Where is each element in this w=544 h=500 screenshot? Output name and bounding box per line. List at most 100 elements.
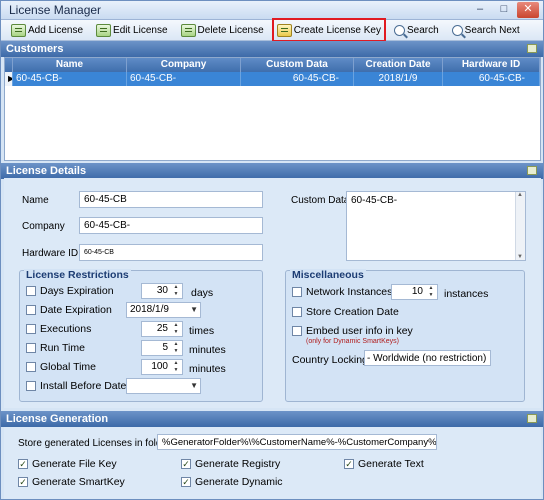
custom-data-scrollbar[interactable] bbox=[515, 192, 525, 260]
minimize-button[interactable]: – bbox=[469, 2, 491, 18]
generate-registry-checkbox[interactable]: ✓ Generate Registry bbox=[181, 458, 280, 470]
spinner-arrows-icon: ▲ ▼ bbox=[173, 341, 179, 354]
global-time-unit: minutes bbox=[189, 363, 226, 375]
embed-user-info-checkbox[interactable]: Embed user info in key bbox=[292, 325, 413, 337]
cell-hardware-id[interactable]: 60-45-CB- bbox=[443, 72, 540, 86]
customers-panel-icon[interactable] bbox=[527, 44, 537, 53]
global-time-value: 100 bbox=[151, 361, 168, 372]
license-details-header: License Details bbox=[1, 163, 543, 179]
generate-registry-label: Generate Registry bbox=[195, 458, 281, 470]
key-icon bbox=[276, 23, 292, 37]
date-expiration-value: 2018/1/9 bbox=[130, 304, 169, 315]
close-button[interactable]: ✕ bbox=[517, 2, 539, 18]
run-time-checkbox[interactable]: Run Time bbox=[26, 342, 85, 354]
cell-name[interactable]: 60-45-CB- bbox=[13, 72, 127, 86]
global-time-spinner[interactable]: 100 ▲ ▼ bbox=[141, 359, 183, 375]
column-creation-date[interactable]: Creation Date bbox=[354, 58, 443, 72]
toolbar: Add License Edit License Delete License … bbox=[1, 18, 543, 42]
generate-smartkey-label: Generate SmartKey bbox=[32, 476, 125, 488]
install-before-picker[interactable]: ▼ bbox=[126, 378, 201, 394]
network-instances-checkbox[interactable]: Network Instances bbox=[292, 286, 392, 298]
executions-value: 25 bbox=[156, 323, 168, 334]
date-expiration-checkbox[interactable]: Date Expiration bbox=[26, 304, 112, 316]
global-time-label: Global Time bbox=[40, 361, 97, 373]
run-time-unit: minutes bbox=[189, 344, 226, 356]
install-before-checkbox[interactable]: Install Before Date bbox=[26, 380, 126, 392]
name-label: Name bbox=[22, 195, 49, 206]
create-license-key-button[interactable]: Create License Key bbox=[271, 18, 386, 42]
column-name[interactable]: Name bbox=[13, 58, 127, 72]
executions-spinner[interactable]: 25 ▲ ▼ bbox=[141, 321, 183, 337]
days-expiration-checkbox[interactable]: Days Expiration bbox=[26, 285, 114, 297]
search-button[interactable]: Search bbox=[392, 21, 441, 39]
days-unit: days bbox=[191, 287, 214, 299]
run-time-value: 5 bbox=[162, 342, 168, 353]
spinner-arrows-icon: ▲ ▼ bbox=[173, 284, 179, 297]
column-company[interactable]: Company bbox=[127, 58, 241, 72]
date-expiration-label: Date Expiration bbox=[40, 304, 112, 316]
cell-custom-data[interactable]: 60-45-CB- bbox=[241, 72, 354, 86]
folder-field[interactable]: %GeneratorFolder%\%CustomerName%-%Custom… bbox=[157, 434, 437, 450]
miscellaneous-group: Miscellaneous Network Instances 10 ▲ ▼ in… bbox=[285, 269, 525, 402]
custom-data-label: Custom Data bbox=[291, 195, 350, 206]
add-license-button[interactable]: Add License bbox=[9, 21, 85, 39]
window-controls: – □ ✕ bbox=[469, 2, 539, 18]
spinner-arrows-icon: ▲ ▼ bbox=[173, 322, 179, 335]
search-next-button[interactable]: Search Next bbox=[450, 21, 522, 39]
delete-license-button[interactable]: Delete License bbox=[179, 21, 266, 39]
name-field[interactable]: 60-45-CB bbox=[79, 191, 263, 208]
license-generation-title: License Generation bbox=[6, 413, 109, 425]
customers-grid[interactable]: Name Company Custom Data Creation Date H… bbox=[4, 57, 541, 161]
global-time-checkbox[interactable]: Global Time bbox=[26, 361, 96, 373]
delete-license-icon bbox=[180, 23, 196, 37]
country-locking-field[interactable]: - Worldwide (no restriction) bbox=[364, 350, 491, 366]
generate-file-key-checkbox[interactable]: ✓ Generate File Key bbox=[18, 458, 117, 470]
folder-label: Store generated Licenses in folder: bbox=[18, 438, 174, 449]
generate-file-key-label: Generate File Key bbox=[32, 458, 117, 470]
generate-text-checkbox[interactable]: ✓ Generate Text bbox=[344, 458, 424, 470]
create-license-key-label: Create License Key bbox=[293, 24, 381, 36]
miscellaneous-title: Miscellaneous bbox=[290, 269, 366, 281]
hardware-id-label: Hardware ID bbox=[22, 248, 79, 259]
license-generation-panel: Store generated Licenses in folder: %Gen… bbox=[4, 427, 541, 499]
generate-smartkey-checkbox[interactable]: ✓ Generate SmartKey bbox=[18, 476, 125, 488]
search-next-label: Search Next bbox=[464, 24, 520, 36]
search-icon bbox=[393, 24, 405, 36]
country-locking-label: Country Locking bbox=[292, 354, 368, 366]
license-manager-window: License Manager – □ ✕ Add License Edit L… bbox=[0, 0, 544, 500]
network-instances-spinner[interactable]: 10 ▲ ▼ bbox=[391, 284, 438, 300]
customers-header: Customers bbox=[1, 41, 543, 57]
hardware-id-field[interactable]: 60-45-CB bbox=[79, 244, 263, 261]
edit-license-label: Edit License bbox=[113, 24, 168, 36]
store-creation-date-label: Store Creation Date bbox=[306, 306, 399, 318]
table-row[interactable]: ▶ 60-45-CB- 60-45-CB- 60-45-CB- 2018/1/9… bbox=[5, 72, 540, 86]
chevron-down-icon: ▼ bbox=[190, 381, 198, 390]
instances-unit: instances bbox=[444, 288, 489, 300]
executions-checkbox[interactable]: Executions bbox=[26, 323, 91, 335]
cell-company[interactable]: 60-45-CB- bbox=[127, 72, 241, 86]
store-creation-date-checkbox[interactable]: Store Creation Date bbox=[292, 306, 399, 318]
add-license-label: Add License bbox=[28, 24, 84, 36]
days-expiration-spinner[interactable]: 30 ▲ ▼ bbox=[141, 283, 183, 299]
details-panel-icon[interactable] bbox=[527, 166, 537, 175]
generation-panel-icon[interactable] bbox=[527, 414, 537, 423]
maximize-button[interactable]: □ bbox=[493, 2, 515, 18]
cell-creation-date[interactable]: 2018/1/9 bbox=[354, 72, 443, 86]
license-details-panel: Name 60-45-CB Company 60-45-CB- Hardware… bbox=[4, 178, 541, 408]
window-title: License Manager bbox=[9, 3, 102, 17]
date-expiration-picker[interactable]: 2018/1/9 ▼ bbox=[126, 302, 201, 318]
custom-data-field[interactable]: 60-45-CB- bbox=[346, 191, 526, 261]
license-generation-header: License Generation bbox=[1, 411, 543, 427]
column-hardware-id[interactable]: Hardware ID bbox=[443, 58, 540, 72]
license-restrictions-group: License Restrictions Days Expiration 30 … bbox=[19, 269, 263, 402]
grid-header: Name Company Custom Data Creation Date H… bbox=[5, 58, 540, 72]
license-restrictions-title: License Restrictions bbox=[24, 269, 131, 281]
run-time-spinner[interactable]: 5 ▲ ▼ bbox=[141, 340, 183, 356]
spinner-arrows-icon: ▲ ▼ bbox=[173, 360, 179, 373]
customers-title: Customers bbox=[6, 43, 64, 55]
column-custom-data[interactable]: Custom Data bbox=[241, 58, 354, 72]
edit-license-button[interactable]: Edit License bbox=[94, 21, 169, 39]
generate-dynamic-checkbox[interactable]: ✓ Generate Dynamic bbox=[181, 476, 283, 488]
company-field[interactable]: 60-45-CB- bbox=[79, 217, 263, 234]
search-next-icon bbox=[451, 24, 463, 36]
